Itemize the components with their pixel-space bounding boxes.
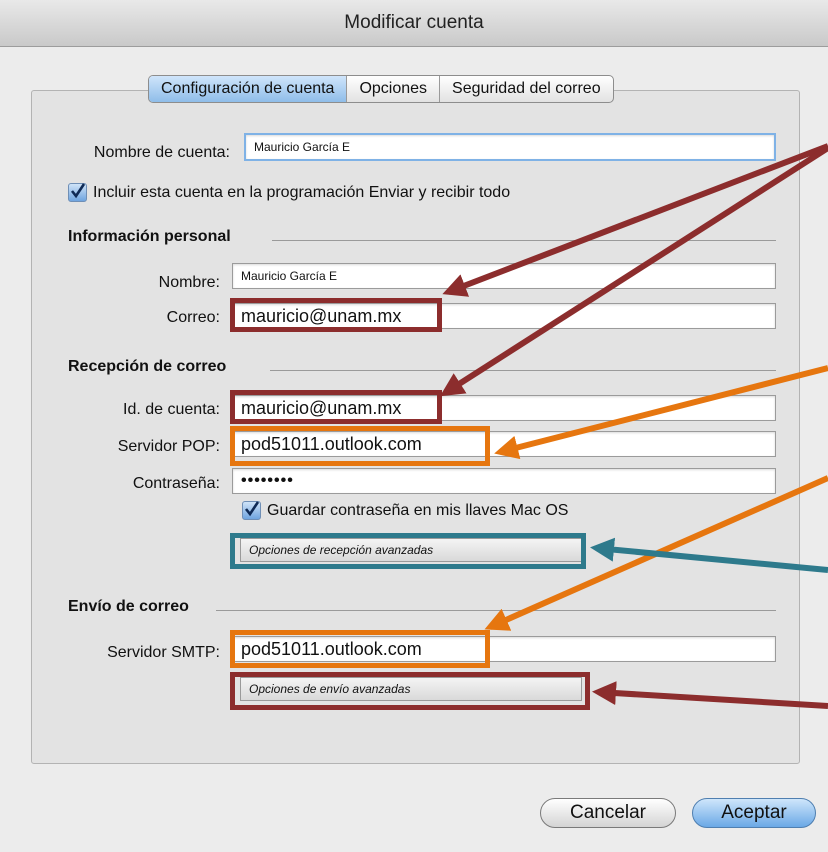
arrow-to-pop-server xyxy=(494,365,828,460)
arrow-to-advanced-send xyxy=(592,681,828,709)
annotation-arrows xyxy=(439,143,828,709)
